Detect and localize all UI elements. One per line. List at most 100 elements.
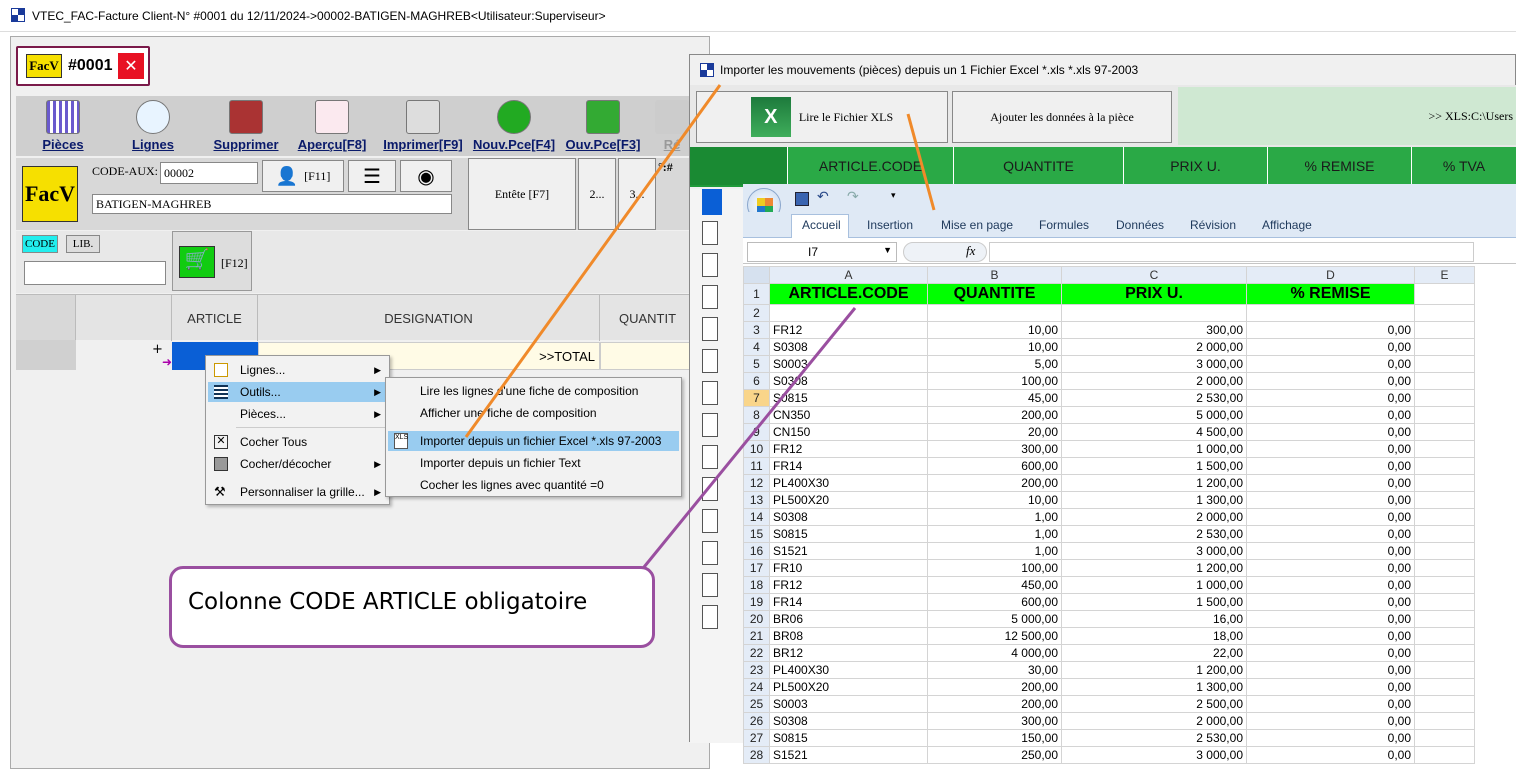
cell-quantite[interactable]: 600,00 bbox=[927, 593, 1062, 611]
row-number[interactable]: 9 bbox=[743, 423, 770, 441]
cell-quantite[interactable]: 1,00 bbox=[927, 542, 1062, 560]
row-number[interactable]: 11 bbox=[743, 457, 770, 475]
cell-remise[interactable]: 0,00 bbox=[1246, 508, 1415, 526]
row-number[interactable]: 26 bbox=[743, 712, 770, 730]
cell-header-quantite[interactable]: QUANTITE bbox=[927, 283, 1062, 305]
col-letter-e[interactable]: E bbox=[1414, 266, 1475, 284]
cell[interactable] bbox=[927, 304, 1062, 322]
cell-prix[interactable]: 1 000,00 bbox=[1061, 576, 1247, 594]
cell-prix[interactable]: 3 000,00 bbox=[1061, 355, 1247, 373]
toolbar-new-piece-button[interactable]: Nouv.Pce[F4] bbox=[471, 96, 557, 154]
toolbar-print-button[interactable]: Imprimer[F9] bbox=[380, 96, 466, 154]
ribbon-tab-revision[interactable]: Révision bbox=[1190, 218, 1236, 232]
cell-article-code[interactable]: BR06 bbox=[769, 610, 928, 628]
cell[interactable] bbox=[1414, 406, 1475, 424]
cell-quantite[interactable]: 12 500,00 bbox=[927, 627, 1062, 645]
row-number[interactable]: 3 bbox=[743, 321, 770, 339]
cell[interactable] bbox=[1414, 542, 1475, 560]
cell[interactable] bbox=[1414, 525, 1475, 543]
read-xls-button[interactable]: X Lire le Fichier XLS bbox=[696, 91, 948, 143]
cell[interactable] bbox=[1414, 661, 1475, 679]
cell-prix[interactable]: 3 000,00 bbox=[1061, 542, 1247, 560]
toolbar-lignes-button[interactable]: Lignes bbox=[126, 96, 180, 154]
filter-input[interactable] bbox=[24, 261, 166, 285]
row-number[interactable]: 27 bbox=[743, 729, 770, 747]
cell-article-code[interactable]: PL400X30 bbox=[769, 474, 928, 492]
cell-article-code[interactable]: PL400X30 bbox=[769, 661, 928, 679]
cell-prix[interactable]: 2 000,00 bbox=[1061, 372, 1247, 390]
cell[interactable] bbox=[769, 304, 928, 322]
cell-prix[interactable]: 22,00 bbox=[1061, 644, 1247, 662]
cell-prix[interactable]: 1 500,00 bbox=[1061, 457, 1247, 475]
row-number[interactable]: 12 bbox=[743, 474, 770, 492]
cell-prix[interactable]: 2 000,00 bbox=[1061, 338, 1247, 356]
cell-quantite[interactable]: 300,00 bbox=[927, 712, 1062, 730]
row-number[interactable]: 24 bbox=[743, 678, 770, 696]
cell-article-code[interactable]: BR08 bbox=[769, 627, 928, 645]
cell-prix[interactable]: 4 500,00 bbox=[1061, 423, 1247, 441]
cell-quantite[interactable]: 4 000,00 bbox=[927, 644, 1062, 662]
cell[interactable] bbox=[1414, 644, 1475, 662]
cell-remise[interactable]: 0,00 bbox=[1246, 627, 1415, 645]
cell-remise[interactable]: 0,00 bbox=[1246, 321, 1415, 339]
cart-button[interactable]: 🛒 [F12] bbox=[172, 231, 252, 291]
cell-remise[interactable]: 0,00 bbox=[1246, 559, 1415, 577]
cell-remise[interactable]: 0,00 bbox=[1246, 593, 1415, 611]
toolbar-preview-button[interactable]: Aperçu[F8] bbox=[296, 96, 368, 154]
ribbon-tab-affichage[interactable]: Affichage bbox=[1262, 218, 1312, 232]
undo-icon[interactable]: ↶ bbox=[817, 189, 829, 205]
add-data-button[interactable]: Ajouter les données à la pièce bbox=[952, 91, 1172, 143]
cell-prix[interactable]: 5 000,00 bbox=[1061, 406, 1247, 424]
cell-quantite[interactable]: 200,00 bbox=[927, 474, 1062, 492]
row-number[interactable]: 2 bbox=[743, 304, 770, 322]
cell[interactable] bbox=[1414, 474, 1475, 492]
menu-item-personnaliser[interactable]: ⚒ Personnaliser la grille... ▶ bbox=[208, 482, 387, 502]
cell-quantite[interactable]: 30,00 bbox=[927, 661, 1062, 679]
select-all-corner[interactable] bbox=[743, 266, 770, 284]
col-quantite[interactable]: QUANTIT bbox=[600, 295, 696, 341]
cell-remise[interactable]: 0,00 bbox=[1246, 474, 1415, 492]
cell[interactable] bbox=[1414, 283, 1475, 305]
cell-remise[interactable]: 0,00 bbox=[1246, 355, 1415, 373]
cell-remise[interactable]: 0,00 bbox=[1246, 661, 1415, 679]
cell-quantite[interactable]: 250,00 bbox=[927, 746, 1062, 764]
cell-prix[interactable]: 2 500,00 bbox=[1061, 695, 1247, 713]
row-number[interactable]: 15 bbox=[743, 525, 770, 543]
cell[interactable] bbox=[1414, 695, 1475, 713]
cell[interactable] bbox=[1414, 321, 1475, 339]
cell-quantite[interactable]: 10,00 bbox=[927, 338, 1062, 356]
redo-icon[interactable]: ↷ bbox=[847, 189, 859, 205]
row-checkbox[interactable] bbox=[702, 573, 718, 597]
cell[interactable] bbox=[1414, 372, 1475, 390]
col-letter-a[interactable]: A bbox=[769, 266, 928, 284]
cell-prix[interactable]: 16,00 bbox=[1061, 610, 1247, 628]
cell-prix[interactable]: 1 300,00 bbox=[1061, 678, 1247, 696]
cell-remise[interactable]: 0,00 bbox=[1246, 746, 1415, 764]
row-number[interactable]: 22 bbox=[743, 644, 770, 662]
row-checkbox[interactable] bbox=[702, 541, 718, 565]
submenu-item-check-zero-qty[interactable]: Cocher les lignes avec quantité =0 bbox=[388, 475, 679, 495]
tab-3-button[interactable]: 3... bbox=[618, 158, 656, 230]
cell-remise[interactable]: 0,00 bbox=[1246, 406, 1415, 424]
col-designation[interactable]: DESIGNATION bbox=[258, 295, 600, 341]
cell-article-code[interactable]: S0308 bbox=[769, 338, 928, 356]
row-number[interactable]: 21 bbox=[743, 627, 770, 645]
submenu-item-show-composition[interactable]: Afficher une fiche de composition bbox=[388, 403, 679, 423]
cell-article-code[interactable]: FR12 bbox=[769, 440, 928, 458]
cell-remise[interactable]: 0,00 bbox=[1246, 695, 1415, 713]
cell-remise[interactable]: 0,00 bbox=[1246, 372, 1415, 390]
submenu-item-read-composition[interactable]: Lire les lignes d'une fiche de compositi… bbox=[388, 381, 679, 401]
col-remise[interactable]: % REMISE bbox=[1268, 147, 1412, 185]
cell-quantite[interactable]: 5,00 bbox=[927, 355, 1062, 373]
row-checkbox[interactable] bbox=[702, 445, 718, 469]
row-checkbox[interactable] bbox=[702, 285, 718, 309]
row-checkbox[interactable] bbox=[702, 253, 718, 277]
cell-remise[interactable]: 0,00 bbox=[1246, 423, 1415, 441]
cell-article-code[interactable]: PL500X20 bbox=[769, 491, 928, 509]
col-tva[interactable]: % TVA bbox=[1412, 147, 1516, 185]
cell-remise[interactable]: 0,00 bbox=[1246, 644, 1415, 662]
row-checkbox[interactable] bbox=[702, 221, 718, 245]
cell[interactable] bbox=[1061, 304, 1247, 322]
cell-prix[interactable]: 1 000,00 bbox=[1061, 440, 1247, 458]
row-number[interactable]: 4 bbox=[743, 338, 770, 356]
